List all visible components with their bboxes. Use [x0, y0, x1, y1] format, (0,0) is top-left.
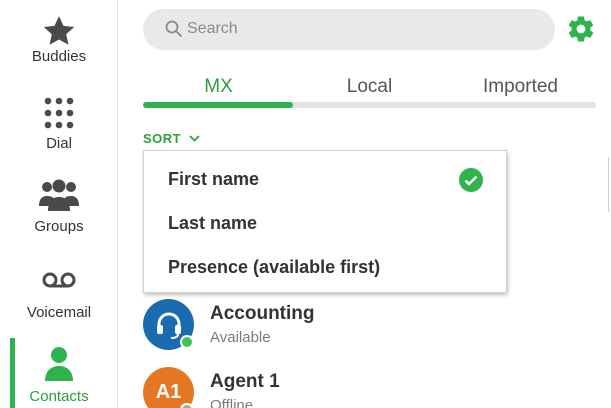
- group-icon: [39, 179, 79, 211]
- sort-label: SORT: [143, 131, 182, 146]
- star-icon: [43, 16, 75, 45]
- list-item[interactable]: Accounting Available: [143, 299, 583, 357]
- status-dot: [180, 335, 194, 349]
- sidebar-item-buddies[interactable]: Buddies: [0, 14, 118, 65]
- gear-icon[interactable]: [566, 14, 596, 44]
- sidebar-item-label: Contacts: [29, 388, 89, 405]
- menu-item-last-name[interactable]: Last name: [168, 213, 257, 234]
- sidebar-item-contacts[interactable]: Contacts: [0, 346, 118, 405]
- sidebar-item-label: Buddies: [31, 48, 87, 65]
- person-icon: [45, 347, 73, 381]
- search-icon: [165, 20, 183, 38]
- sidebar-item-dial[interactable]: Dial: [0, 95, 118, 152]
- contact-name: Accounting: [210, 303, 315, 324]
- contact-name: Agent 1: [210, 371, 280, 392]
- chevron-down-icon: [189, 135, 200, 142]
- search-input[interactable]: [187, 17, 527, 41]
- voicemail-icon: [42, 272, 76, 288]
- dialpad-icon: [44, 97, 74, 129]
- sidebar-item-groups[interactable]: Groups: [0, 178, 118, 235]
- contact-source-tabs: MX Local Imported: [143, 70, 596, 110]
- sidebar-item-label: Voicemail: [26, 304, 92, 321]
- search-bar[interactable]: [143, 9, 555, 50]
- list-item[interactable]: A1 Agent 1 Offline: [143, 367, 583, 408]
- check-circle-icon: [459, 168, 483, 192]
- tab-local[interactable]: Local: [294, 76, 445, 98]
- sidebar: Buddies Dial Groups Voicemail Contacts: [0, 0, 118, 408]
- contact-status: Available: [210, 329, 271, 346]
- sidebar-item-label: Dial: [46, 135, 72, 152]
- avatar: A1: [143, 367, 194, 408]
- sidebar-item-label: Groups: [34, 218, 84, 235]
- sort-button[interactable]: SORT: [143, 131, 200, 146]
- contact-status: Offline: [210, 397, 254, 408]
- sort-menu: First name Last name Presence (available…: [143, 150, 507, 293]
- tab-indicator: [143, 102, 293, 108]
- tab-track: [143, 102, 596, 108]
- tab-imported[interactable]: Imported: [445, 76, 596, 98]
- tab-mx[interactable]: MX: [143, 76, 294, 98]
- menu-item-presence[interactable]: Presence (available first): [168, 257, 380, 278]
- status-dot: [180, 403, 194, 408]
- headset-icon: [156, 312, 181, 339]
- menu-item-first-name[interactable]: First name: [168, 169, 259, 190]
- sidebar-item-voicemail[interactable]: Voicemail: [0, 271, 118, 321]
